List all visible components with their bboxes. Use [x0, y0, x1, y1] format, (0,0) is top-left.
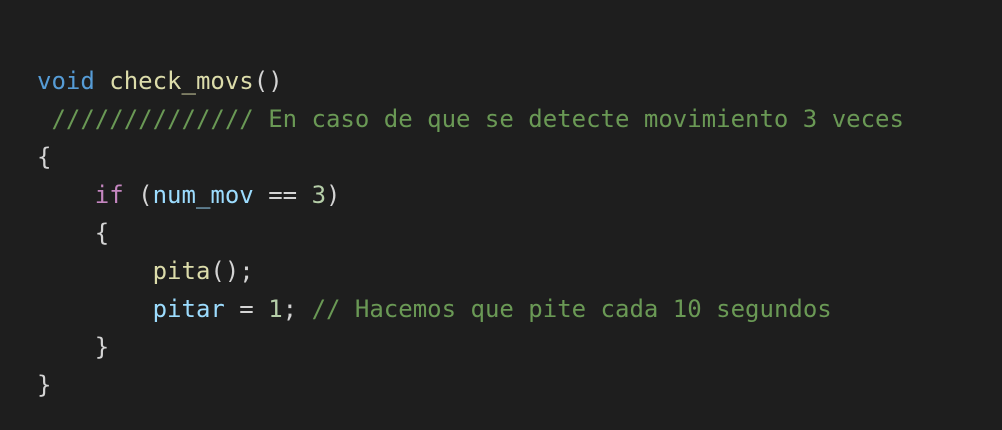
- function-parens: (): [253, 67, 283, 95]
- code-line-9: }: [37, 366, 904, 404]
- function-name-check-movs: check_movs: [109, 67, 254, 95]
- close-brace: }: [37, 371, 52, 399]
- code-line-7: pitar = 1; // Hacemos que pite cada 10 s…: [37, 290, 904, 328]
- code-block: void check_movs() ////////////// En caso…: [37, 62, 904, 404]
- close-brace: }: [94, 333, 110, 361]
- code-line-5: {: [37, 214, 904, 252]
- keyword-void: void: [37, 67, 95, 95]
- code-line-4: if (num_mov == 3): [37, 176, 904, 214]
- comment-beep-interval: // Hacemos que pite cada 10 segundos: [311, 295, 832, 323]
- equality-operator: ==: [253, 181, 312, 209]
- number-literal: 3: [311, 181, 327, 209]
- keyword-if: if: [94, 181, 124, 209]
- comment-detect-movement: ////////////// En caso de que se detecte…: [37, 105, 904, 133]
- code-line-2: ////////////// En caso de que se detecte…: [37, 100, 904, 138]
- open-brace: {: [37, 143, 52, 171]
- code-editor: void check_movs() ////////////// En caso…: [0, 0, 1002, 430]
- open-brace: {: [94, 219, 110, 247]
- close-paren: ): [326, 181, 341, 209]
- assignment-operator: =: [224, 295, 269, 323]
- open-paren: (: [123, 181, 153, 209]
- code-line-3: {: [37, 138, 904, 176]
- number-literal: 1: [268, 295, 283, 323]
- code-line-8: }: [37, 328, 904, 366]
- function-call-pita: pita: [152, 257, 211, 285]
- code-line-6: pita();: [37, 252, 904, 290]
- variable-pitar: pitar: [152, 295, 225, 323]
- call-parens-semicolon: ();: [210, 257, 254, 285]
- semicolon: ;: [282, 295, 312, 323]
- variable-num-mov: num_mov: [152, 181, 254, 209]
- code-line-1: void check_movs(): [37, 62, 904, 100]
